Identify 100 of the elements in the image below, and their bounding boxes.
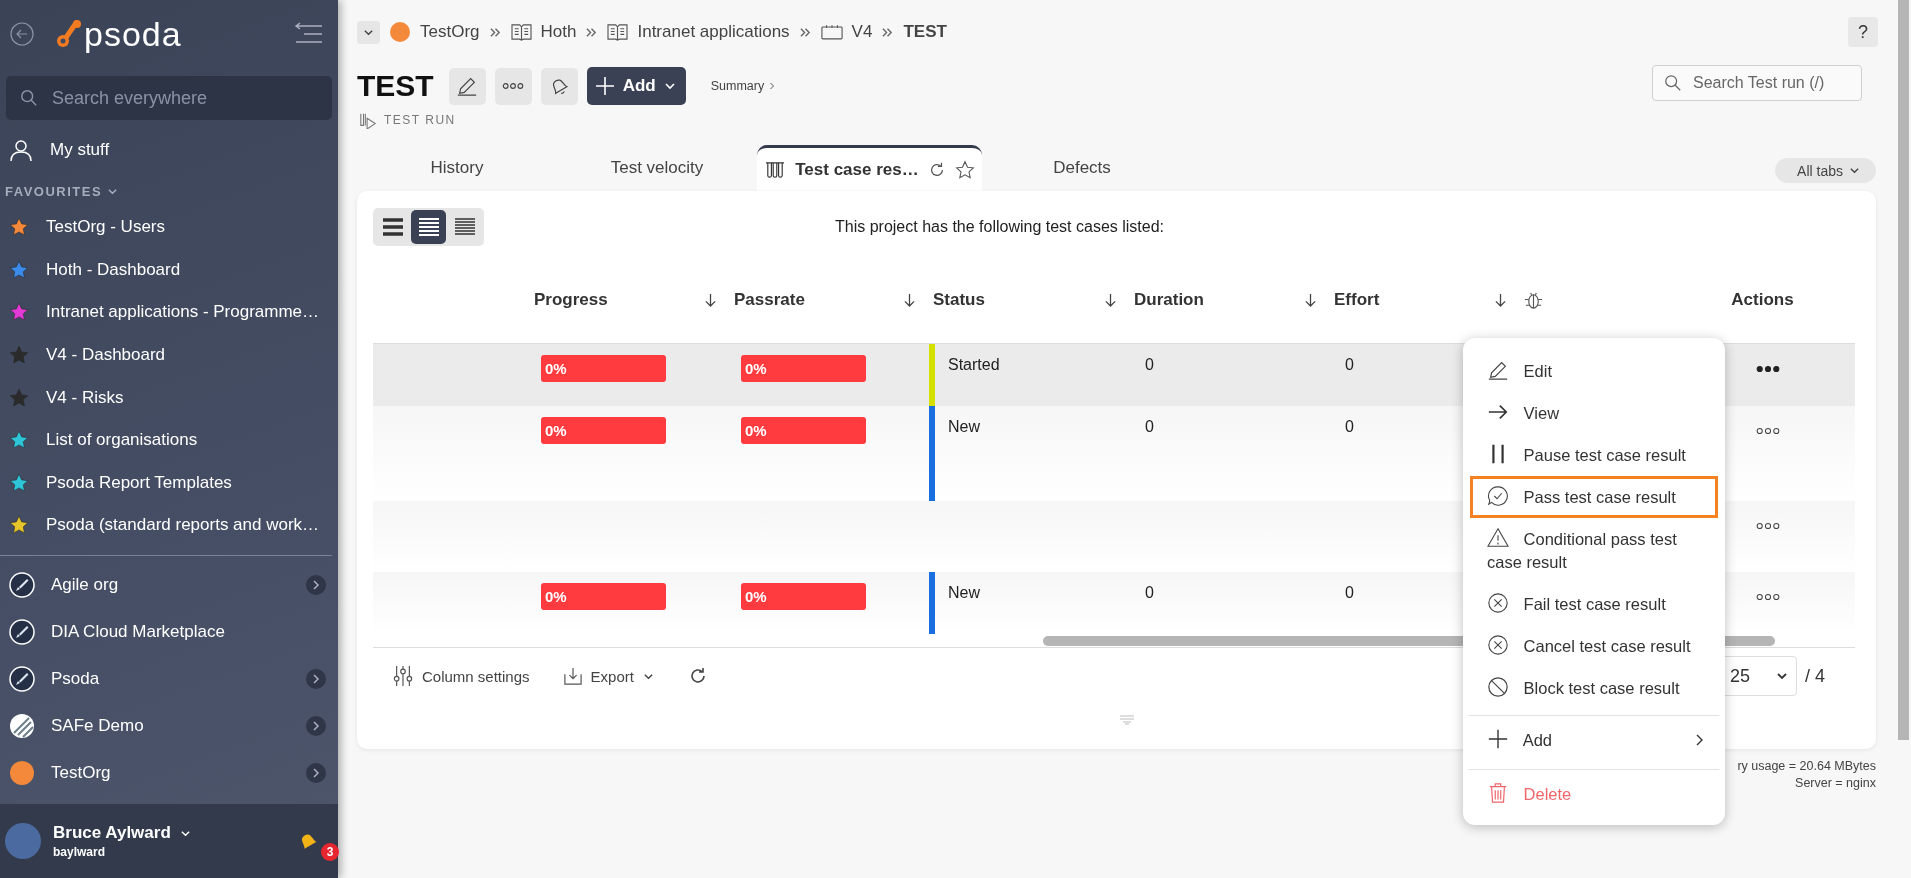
sort-arrow-icon[interactable] [705,292,716,308]
organisation-link[interactable]: SAFe Demo [0,702,338,750]
table-cell: New [948,418,980,435]
menu-item[interactable]: Pause test case result [1470,434,1718,476]
favourite-link[interactable]: Psoda Report Templates [0,461,338,505]
menu-item[interactable]: Fail test case result [1470,583,1718,625]
double-chevron-icon [488,26,502,38]
user-name[interactable]: Bruce Aylward [53,823,171,843]
favourite-link[interactable]: Intranet applications - Programme… [0,291,338,334]
menu-item[interactable]: Edit [1470,350,1718,392]
chevron-right-icon [1695,734,1703,746]
favourite-link[interactable]: Psoda (standard reports and work… [0,504,338,547]
intro-text: This project has the following test cases listed: [835,218,1165,236]
summary-link[interactable]: Summary [710,79,776,93]
column-header[interactable]: Progress [534,290,608,310]
more-button[interactable] [494,67,532,105]
x-circle-icon [1487,592,1509,614]
double-chevron-icon [881,26,895,38]
book-icon [510,22,532,42]
table-cell: 0 [1145,584,1154,601]
menu-item[interactable]: Pass test case result [1470,476,1718,518]
tab[interactable]: Test case res… [757,145,982,191]
chevron-right-icon[interactable] [306,763,326,784]
column-header[interactable]: Status [933,290,985,310]
table-cell: 0 [1345,356,1354,373]
menu-item[interactable]: Add [1467,715,1721,763]
chevron-right-icon[interactable] [306,575,326,596]
sort-arrow-icon[interactable] [1305,292,1316,308]
favourite-link[interactable]: V4 - Dashboard [0,333,338,377]
watch-button[interactable] [540,67,578,105]
lines-icon [417,217,440,237]
search-field[interactable]: Search Test run (/) [1652,65,1862,101]
progress-badge: 0% [541,583,666,610]
star-icon[interactable] [954,159,975,180]
breadcrumb-link[interactable]: TestOrg [420,22,480,42]
back-icon[interactable] [10,22,34,46]
resize-handle-icon[interactable] [1119,715,1135,725]
warning-icon [1487,527,1509,549]
trash-icon [1487,782,1509,804]
row-density-medium-button[interactable] [411,210,446,244]
search-icon [20,89,38,107]
search-field[interactable]: Search everywhere [6,76,332,120]
column-settings-button[interactable]: Column settings [393,665,530,687]
table-cell: 0 [1145,418,1154,435]
tab[interactable]: Test velocity [557,145,757,191]
sort-arrow-icon[interactable] [904,292,915,308]
add-button[interactable]: Add [586,67,686,105]
chevron-right-icon [769,82,776,90]
progress-badge: 0% [541,355,666,382]
sort-arrow-icon[interactable] [1105,292,1116,308]
export-button[interactable]: Export [563,667,654,685]
scrollbar[interactable] [1898,0,1909,740]
search-icon [1664,74,1682,92]
board-icon [820,23,843,41]
chevron-right-icon[interactable] [306,716,326,737]
org-logo-icon [389,21,411,43]
book-icon [607,22,629,42]
table-cell: 0 [1145,356,1154,373]
check-bubble-icon [1487,485,1509,507]
collapse-menu-icon[interactable] [292,22,324,46]
all-tabs-button[interactable]: All tabs [1775,158,1876,183]
download-icon [563,667,582,685]
column-header[interactable]: Duration [1134,290,1204,310]
more-icon[interactable] [1755,365,1780,373]
organisation-link[interactable]: TestOrg [0,749,338,797]
username: baylward [53,845,107,859]
test-run-icon [359,111,377,129]
more-icon[interactable] [1755,593,1780,601]
tab[interactable]: History [357,145,557,191]
column-header[interactable]: Effort [1334,290,1380,310]
column-header[interactable]: Passrate [734,290,805,310]
double-chevron-icon [585,26,599,38]
sort-arrow-icon[interactable] [1495,292,1506,308]
favourite-link[interactable]: Hoth - Dashboard [0,248,338,292]
chevron-right-icon[interactable] [306,669,326,690]
pencil-icon [456,75,479,97]
organisation-link[interactable]: DIA Cloud Marketplace [0,608,338,656]
favourite-link[interactable]: List of organisations [0,418,338,462]
tab[interactable]: Defects [982,145,1182,191]
my-stuff-link[interactable]: My stuff [0,124,338,176]
plus-icon [594,76,615,96]
organisation-link[interactable]: Psoda [0,655,338,703]
chevron-down-icon [663,80,676,92]
breadcrumb-link[interactable]: Hoth [540,22,577,42]
help-button[interactable]: ? [1848,17,1878,47]
lines-icon [381,217,404,237]
organisation-link[interactable]: Agile org [0,561,338,609]
person-icon [9,138,33,162]
pencil-icon [1487,359,1509,381]
dropdown-button[interactable] [357,20,380,44]
breadcrumb-link[interactable]: V4 [851,22,873,42]
more-icon[interactable] [1755,427,1780,435]
favourite-link[interactable]: V4 - Risks [0,376,338,419]
more-icon [502,82,525,90]
favourite-link[interactable]: TestOrg - Users [0,206,338,249]
breadcrumb-link[interactable]: Intranet applications [637,22,790,42]
chevron-down-icon [1849,165,1860,176]
table-cell: 0 [1345,584,1354,601]
more-icon[interactable] [1755,522,1780,530]
edit-button[interactable] [448,67,486,105]
